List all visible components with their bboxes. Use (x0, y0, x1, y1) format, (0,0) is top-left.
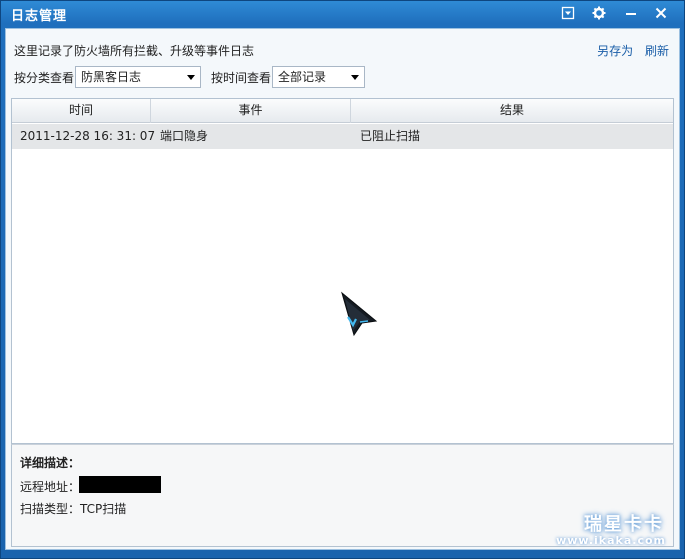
cell-result: 已阻止扫描 (360, 129, 421, 143)
table-row[interactable]: 2011-12-28 16: 31: 07 端口隐身 已阻止扫描 (12, 124, 673, 149)
table-header: 时间 事件 结果 (12, 99, 673, 123)
column-header-time[interactable]: 时间 (12, 99, 151, 123)
title-bar[interactable]: 日志管理 (1, 1, 684, 27)
header-links: 另存为 刷新 (589, 42, 669, 59)
watermark-logo: 瑞星卡卡 www.ikaka.com (552, 508, 680, 554)
dropdown-icon[interactable] (557, 3, 579, 23)
close-icon[interactable] (650, 3, 672, 23)
remote-address-label: 远程地址： (20, 480, 81, 494)
refresh-link[interactable]: 刷新 (645, 44, 669, 58)
watermark-url: www.ikaka.com (556, 534, 666, 547)
remote-address-redacted (79, 476, 161, 493)
category-select[interactable]: 防黑客日志 (75, 66, 201, 88)
cell-event: 端口隐身 (160, 129, 209, 143)
detail-title: 详细描述： (20, 456, 81, 470)
scan-type-label: 扫描类型： (20, 502, 81, 516)
window-title: 日志管理 (11, 9, 68, 24)
scan-type-line: 扫描类型：TCP扫描 (20, 500, 126, 517)
gear-icon[interactable] (588, 3, 610, 23)
time-filter-label: 按时间查看 (211, 71, 272, 85)
page-description: 这里记录了防火墙所有拦截、升级等事件日志 (14, 44, 255, 58)
scan-type-value: TCP扫描 (80, 502, 127, 516)
category-select-value: 防黑客日志 (81, 70, 142, 84)
watermark-text: 瑞星卡卡 (584, 514, 664, 535)
category-filter-label: 按分类查看 (14, 71, 75, 85)
time-select[interactable]: 全部记录 (272, 66, 365, 88)
log-manager-window: 日志管理 这里记录了防火墙所有拦截、升级等事件日志 另存为 刷新 按分类查看 防… (0, 0, 685, 559)
column-header-event[interactable]: 事件 (151, 99, 351, 123)
client-area: 这里记录了防火墙所有拦截、升级等事件日志 另存为 刷新 按分类查看 防黑客日志 … (5, 28, 680, 550)
column-header-result[interactable]: 结果 (351, 99, 673, 123)
save-as-link[interactable]: 另存为 (597, 44, 633, 58)
time-select-value: 全部记录 (278, 70, 327, 84)
mouse-cursor-icon (340, 291, 380, 340)
minimize-icon[interactable] (620, 3, 642, 23)
log-table: 时间 事件 结果 2011-12-28 16: 31: 07 端口隐身 已阻止扫… (11, 98, 674, 444)
cell-time: 2011-12-28 16: 31: 07 (20, 129, 156, 143)
chevron-down-icon (351, 75, 359, 80)
chevron-down-icon (187, 75, 195, 80)
